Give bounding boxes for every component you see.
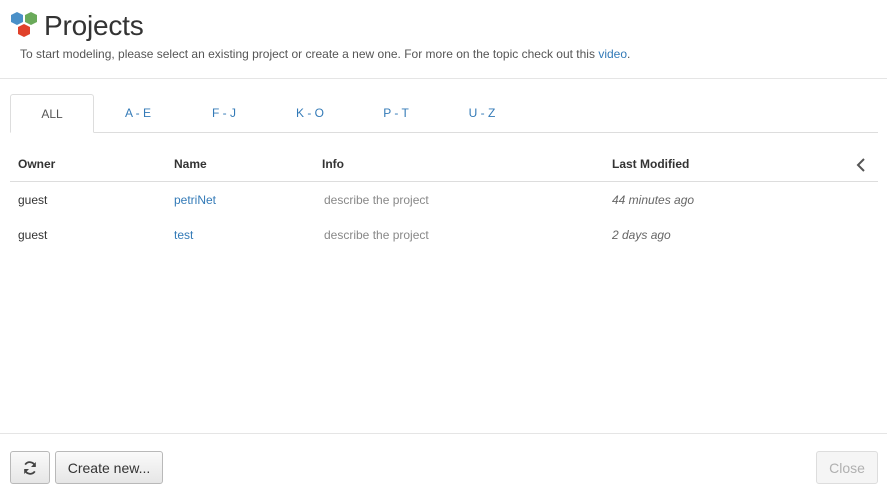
row-info[interactable]: describe the project: [324, 228, 429, 242]
row-owner: guest: [18, 193, 48, 207]
dialog-footer: Create new... Close: [0, 433, 887, 495]
column-owner[interactable]: Owner: [18, 157, 55, 171]
chevron-left-icon[interactable]: [856, 158, 866, 172]
tab-a-e[interactable]: A - E: [108, 94, 168, 133]
tab-all[interactable]: ALL: [10, 94, 94, 133]
column-info[interactable]: Info: [322, 157, 344, 171]
video-link[interactable]: video: [598, 47, 627, 61]
row-owner: guest: [18, 228, 48, 242]
subtitle-end: .: [627, 47, 631, 61]
create-new-button[interactable]: Create new...: [55, 451, 163, 484]
close-button[interactable]: Close: [816, 451, 878, 484]
column-last-modified[interactable]: Last Modified: [612, 157, 689, 171]
tab-f-j[interactable]: F - J: [194, 94, 254, 133]
table-row[interactable]: guest petriNet describe the project 44 m…: [10, 182, 878, 217]
table-header: Owner Name Info Last Modified: [10, 148, 878, 182]
page-subtitle: To start modeling, please select an exis…: [20, 47, 630, 61]
app-logo-icon: [11, 12, 37, 37]
row-info[interactable]: describe the project: [324, 193, 429, 207]
subtitle-text: To start modeling, please select an exis…: [20, 47, 599, 61]
refresh-icon: [24, 460, 36, 475]
table-row[interactable]: guest test describe the project 2 days a…: [10, 217, 878, 252]
page-title: Projects: [44, 10, 144, 41]
dialog-header: Projects To start modeling, please selec…: [0, 0, 887, 79]
refresh-button[interactable]: [10, 451, 50, 484]
tab-k-o[interactable]: K - O: [280, 94, 340, 133]
projects-table: Owner Name Info Last Modified guest petr…: [10, 148, 878, 252]
tab-p-t[interactable]: P - T: [366, 94, 426, 133]
row-project-name[interactable]: petriNet: [174, 193, 216, 207]
row-last-modified: 2 days ago: [612, 228, 671, 242]
row-project-name[interactable]: test: [174, 228, 193, 242]
column-name[interactable]: Name: [174, 157, 207, 171]
tab-u-z[interactable]: U - Z: [452, 94, 512, 133]
row-last-modified: 44 minutes ago: [612, 193, 695, 207]
filter-tabs: ALL A - E F - J K - O P - T U - Z: [10, 94, 878, 133]
